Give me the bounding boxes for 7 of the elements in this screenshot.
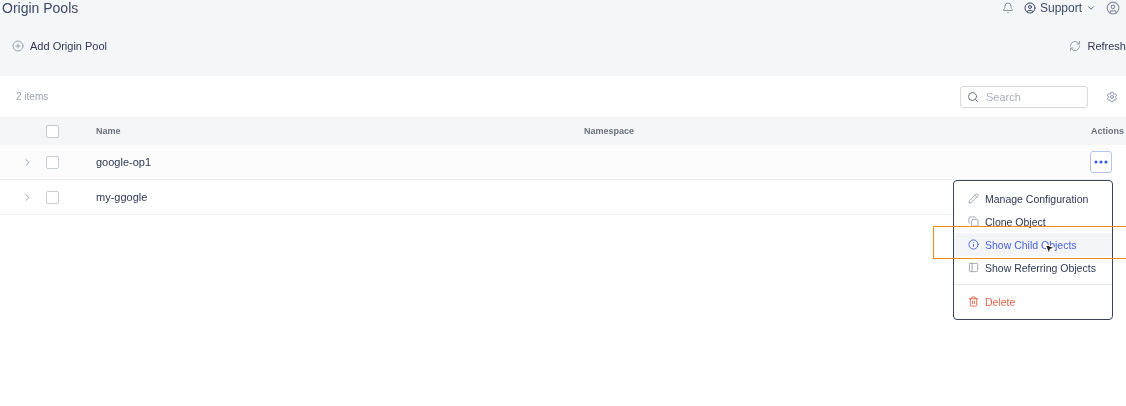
page-title: Origin Pools: [2, 0, 80, 16]
table-cell-text: google-op1: [96, 156, 153, 168]
table-cell-text: my-ggogle: [96, 191, 149, 203]
column-header: Name: [96, 126, 121, 136]
column-header: Actions: [1091, 126, 1124, 136]
item-count: 2 items: [16, 91, 50, 102]
column-header: Namespace: [584, 126, 635, 136]
